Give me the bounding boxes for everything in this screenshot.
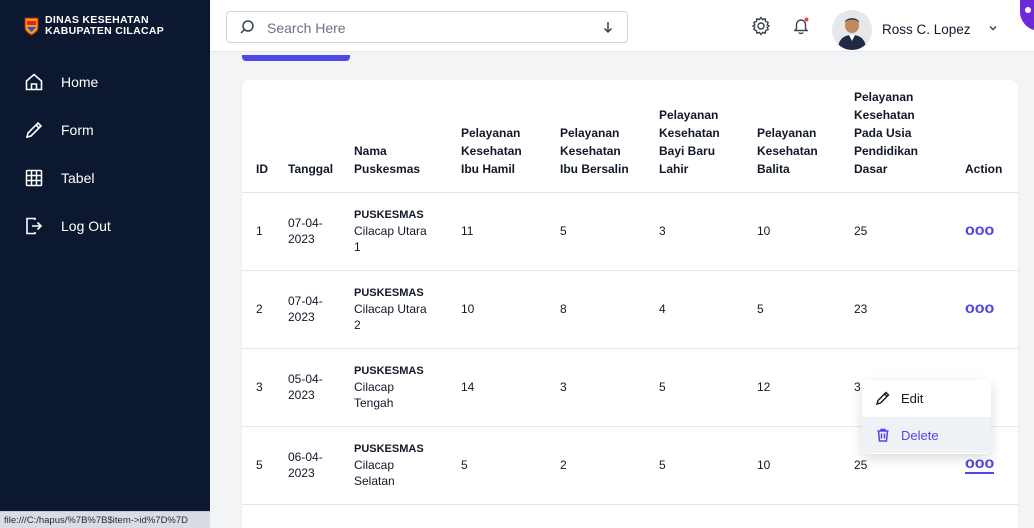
user-photo-icon	[832, 10, 872, 50]
col-header-action: Action	[965, 80, 1018, 193]
table-icon	[25, 169, 43, 187]
data-table-card: ID Tanggal Nama Puskesmas Pelayanan Keseha…	[242, 80, 1018, 528]
cell-balita: 12	[757, 348, 854, 427]
browser-status-url: file:///C:/hapus/%7B%7B$item->id%7D%7D	[0, 511, 210, 528]
corner-badge-icon[interactable]	[1016, 0, 1034, 30]
cell-balita: 10	[757, 426, 854, 505]
pencil-icon	[875, 391, 890, 406]
edit-menu-item[interactable]: Edit	[862, 380, 991, 416]
cell-ibu-bersalin: 8	[560, 270, 659, 349]
table-row: 1 07-04- 2023 PUSKESMAS Cilacap Utara 1 11 …	[242, 192, 1018, 271]
gear-icon[interactable]	[750, 15, 772, 37]
sidebar-item-home[interactable]: Home	[0, 62, 210, 102]
col-header-ibu-bersalin: Pelayanan Kesehatan Ibu Bersalin	[560, 80, 659, 193]
sidebar-item-label: Tabel	[61, 170, 95, 186]
cell-nama: PUSKESMAS Cilacap Utara 2	[354, 270, 461, 349]
cell-action: ooo	[965, 192, 1018, 271]
sidebar-item-label: Home	[61, 74, 99, 90]
logout-icon	[26, 217, 43, 235]
search-icon	[240, 20, 254, 34]
delete-menu-item[interactable]: Delete	[862, 417, 991, 453]
row-action-menu: Edit Delete	[862, 380, 991, 454]
brand[interactable]: DINAS KESEHATAN KABUPATEN CILACAP	[0, 0, 210, 52]
sidebar-item-logout[interactable]: Log Out	[0, 206, 210, 246]
delete-label: Delete	[901, 427, 939, 443]
avatar[interactable]	[832, 10, 872, 50]
home-icon	[25, 73, 43, 91]
col-header-pendidikan-dasar: Pelayanan Kesehatan Pada Usia Pendidikan Das…	[854, 80, 965, 193]
cell-id: 1	[242, 192, 288, 271]
cell-pendidikan-dasar: 25	[854, 192, 965, 271]
table-header-row: ID Tanggal Nama Puskesmas Pelayanan Keseha…	[242, 80, 1018, 193]
col-header-tanggal: Tanggal	[288, 80, 354, 193]
user-name[interactable]: Ross C. Lopez	[882, 22, 971, 37]
cell-ibu-hamil: 14	[461, 348, 560, 427]
top-header: Ross C. Lopez	[210, 0, 1034, 52]
cell-bayi-baru-lahir: 5	[659, 426, 757, 505]
arrow-down-icon[interactable]	[601, 20, 615, 34]
cell-pendidikan-dasar: 23	[854, 270, 965, 349]
cell-bayi-baru-lahir: 5	[659, 348, 757, 427]
sidebar-item-label: Log Out	[61, 218, 111, 234]
cell-balita: 5	[757, 270, 854, 349]
cell-bayi-baru-lahir: 3	[659, 192, 757, 271]
col-header-id: ID	[242, 80, 288, 193]
cell-id: 2	[242, 270, 288, 349]
cell-tanggal: 07-04- 2023	[288, 192, 354, 271]
cilacap-logo-icon	[24, 17, 39, 36]
action-menu-button[interactable]: ooo	[965, 223, 994, 239]
cell-nama: PUSKESMAS Cilacap Utara 1	[354, 192, 461, 271]
sidebar-item-tabel[interactable]: Tabel	[0, 158, 210, 198]
col-header-ibu-hamil: Pelayanan Kesehatan Ibu Hamil	[461, 80, 560, 193]
edit-label: Edit	[901, 390, 924, 406]
search-box[interactable]	[226, 11, 628, 43]
add-data-button[interactable]	[242, 55, 350, 61]
cell-id: 3	[242, 348, 288, 427]
cell-tanggal: 06-04- 2023	[288, 426, 354, 505]
cell-id: 5	[242, 426, 288, 505]
cell-ibu-hamil: 11	[461, 192, 560, 271]
cell-balita: 10	[757, 192, 854, 271]
col-header-nama: Nama Puskesmas	[354, 80, 461, 193]
brand-line-2: KABUPATEN CILACAP	[45, 25, 165, 37]
cell-ibu-hamil: 5	[461, 426, 560, 505]
sidebar: DINAS KESEHATAN KABUPATEN CILACAP Home F…	[0, 0, 210, 528]
col-header-bayi-baru-lahir: Pelayanan Kesehatan Bayi Baru Lahir	[659, 80, 757, 193]
bell-icon[interactable]	[790, 15, 812, 37]
trash-icon	[877, 428, 889, 442]
cell-nama: PUSKESMAS Cilacap Tengah	[354, 348, 461, 427]
cell-ibu-hamil: 10	[461, 270, 560, 349]
action-menu-button[interactable]: ooo	[965, 301, 994, 317]
sidebar-item-label: Form	[61, 122, 94, 138]
cell-nama: PUSKESMAS Cilacap Selatan	[354, 426, 461, 505]
cell-ibu-bersalin: 2	[560, 426, 659, 505]
chevron-down-icon[interactable]	[988, 23, 998, 33]
col-header-balita: Pelayanan Kesehatan Balita	[757, 80, 854, 193]
pencil-icon	[25, 121, 43, 139]
cell-bayi-baru-lahir: 4	[659, 270, 757, 349]
sidebar-item-form[interactable]: Form	[0, 110, 210, 150]
table-row: 2 07-04- 2023 PUSKESMAS Cilacap Utara 2 10 …	[242, 270, 1018, 349]
cell-ibu-bersalin: 5	[560, 192, 659, 271]
cell-ibu-bersalin: 3	[560, 348, 659, 427]
cell-action: ooo	[965, 270, 1018, 349]
action-menu-button[interactable]: ooo	[965, 456, 995, 474]
cell-tanggal: 05-04- 2023	[288, 348, 354, 427]
cell-tanggal: 07-04- 2023	[288, 270, 354, 349]
search-input[interactable]	[267, 19, 587, 37]
